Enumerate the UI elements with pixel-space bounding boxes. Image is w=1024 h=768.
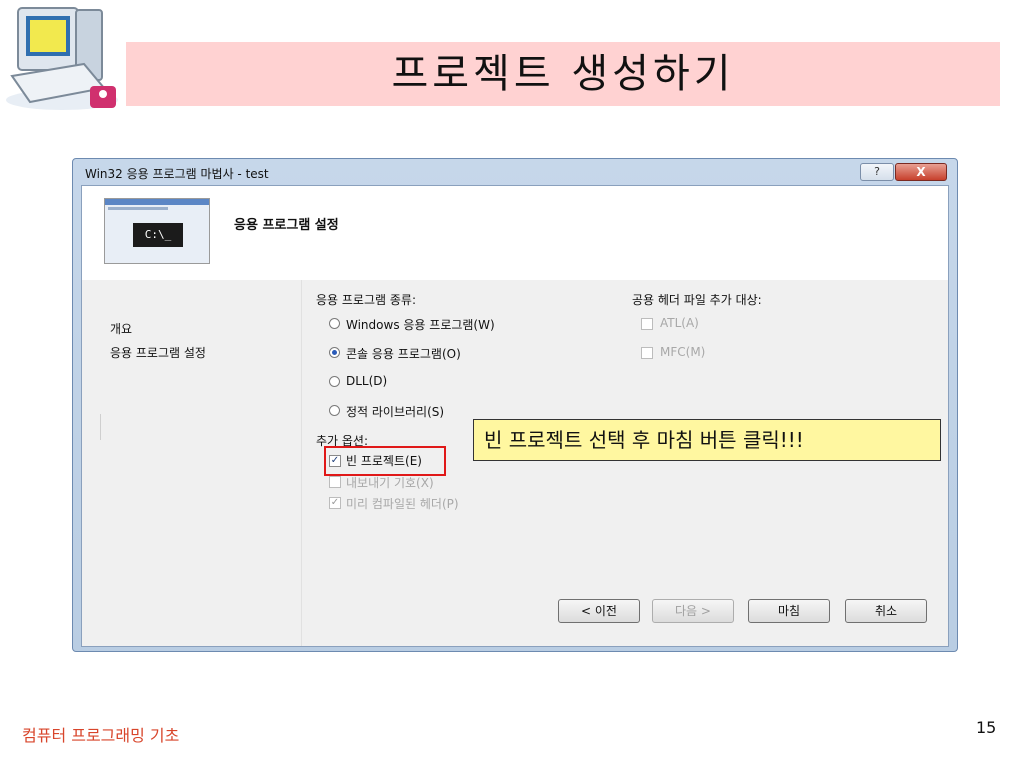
- console-prompt: C:\_: [133, 223, 183, 247]
- nav-item-app-settings[interactable]: 응용 프로그램 설정: [110, 344, 206, 361]
- window-title: Win32 응용 프로그램 마법사 - test: [85, 167, 269, 181]
- checkbox-mfc: [641, 347, 653, 359]
- radio-dll-label[interactable]: DLL(D): [346, 374, 387, 388]
- close-button[interactable]: X: [895, 163, 947, 181]
- page-number: 15: [976, 718, 997, 737]
- headers-label: 공용 헤더 파일 추가 대상:: [632, 293, 762, 307]
- checkbox-mfc-label: MFC(M): [660, 345, 706, 359]
- checkbox-precompiled-header: ✓: [329, 497, 341, 509]
- nav-separator: [100, 414, 101, 440]
- window-client: C:\_ 응용 프로그램 설정 개요 응용 프로그램 설정: [81, 185, 949, 647]
- annotation-callout: 빈 프로젝트 선택 후 마침 버튼 클릭!!!: [473, 419, 941, 461]
- nav-item-overview[interactable]: 개요: [110, 320, 132, 337]
- highlight-box: [324, 446, 446, 476]
- slide-title: 프로젝트 생성하기: [391, 51, 735, 97]
- finish-button[interactable]: 마침: [748, 599, 830, 623]
- radio-static-lib-label[interactable]: 정적 라이브러리(S): [346, 403, 444, 420]
- radio-dll[interactable]: [329, 376, 340, 387]
- radio-static-lib[interactable]: [329, 405, 340, 416]
- cancel-button[interactable]: 취소: [845, 599, 927, 623]
- footer-course: 컴퓨터 프로그래밍 기초: [22, 726, 180, 745]
- prev-button[interactable]: < 이전: [558, 599, 640, 623]
- computer-icon: [6, 7, 118, 110]
- checkbox-export-symbols-label: 내보내기 기호(X): [346, 476, 434, 490]
- checkbox-precompiled-header-label: 미리 컴파일된 헤더(P): [346, 497, 459, 511]
- next-button: 다음 >: [652, 599, 734, 623]
- radio-windows-app-label[interactable]: Windows 응용 프로그램(W): [346, 316, 495, 333]
- thumb-menu: [108, 207, 168, 210]
- wizard-window: Win32 응용 프로그램 마법사 - test ? X C:\_ 응용 프로그…: [72, 158, 958, 652]
- wizard-nav: 개요 응용 프로그램 설정: [82, 280, 301, 646]
- radio-windows-app[interactable]: [329, 318, 340, 329]
- app-type-label: 응용 프로그램 종류:: [316, 293, 416, 307]
- radio-console-app[interactable]: [329, 347, 340, 358]
- thumb-titlebar: [105, 199, 209, 205]
- checkbox-atl-label: ATL(A): [660, 316, 699, 330]
- checkbox-export-symbols: [329, 476, 341, 488]
- console-thumbnail: C:\_: [104, 198, 210, 264]
- header-title: 응용 프로그램 설정: [234, 218, 339, 233]
- wizard-header: C:\_ 응용 프로그램 설정: [82, 186, 948, 281]
- checkbox-atl: [641, 318, 653, 330]
- help-button[interactable]: ?: [860, 163, 894, 181]
- radio-console-app-label[interactable]: 콘솔 응용 프로그램(O): [346, 345, 461, 362]
